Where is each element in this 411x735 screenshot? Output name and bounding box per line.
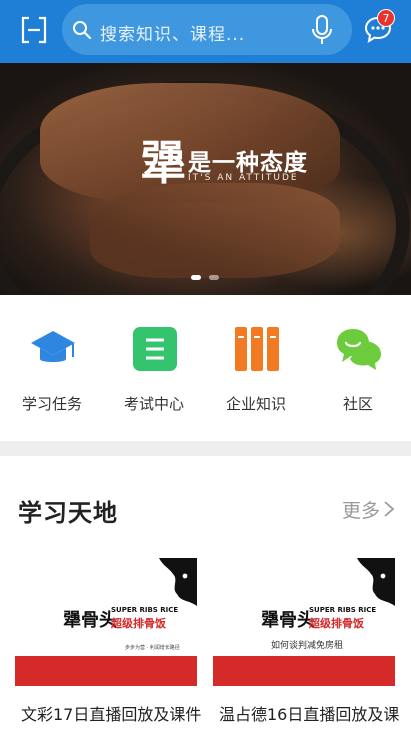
search-icon: [73, 21, 92, 40]
carousel-dot[interactable]: [209, 275, 219, 280]
pig-logo-icon: [159, 558, 197, 606]
slogan-main: 是一种态度: [188, 150, 308, 176]
microphone-icon[interactable]: [310, 14, 334, 46]
top-bar: 搜索知识、课程... 7: [0, 0, 411, 63]
course-card[interactable]: 犟骨头 SUPER RIBS RICE 超级排骨饭 步步为营 · 利润增长路径 …: [15, 558, 201, 735]
card-brand: 犟骨头: [261, 610, 315, 631]
chat-bubbles-icon: [337, 329, 381, 370]
card-brand: 犟骨头: [63, 610, 117, 631]
card-ribbon: [15, 656, 197, 686]
card-brand-red: 超级排骨饭: [309, 617, 364, 630]
card-brand-red: 超级排骨饭: [111, 617, 166, 630]
search-placeholder: 搜索知识、课程...: [100, 25, 246, 45]
course-thumbnail: 犟骨头 SUPER RIBS RICE 超级排骨饭 步步为营 · 利润增长路径: [15, 558, 197, 686]
search-input[interactable]: 搜索知识、课程...: [62, 4, 352, 55]
card-subtitle: 如何谈判减免房租: [271, 641, 344, 651]
message-badge: 7: [377, 9, 395, 27]
scan-icon[interactable]: [19, 15, 49, 45]
quick-item-enterprise-knowledge[interactable]: 企业知识: [206, 295, 306, 441]
slogan-char: 犟: [140, 136, 186, 190]
section-title: 学习天地: [18, 499, 118, 527]
quick-item-label: 学习任务: [21, 395, 82, 413]
banner-food-lower: [90, 183, 340, 278]
slogan-sub: IT'S AN ATTITUDE: [188, 173, 299, 183]
course-thumbnail: 犟骨头 SUPER RIBS RICE 超级排骨饭 如何谈判减免房租: [213, 558, 395, 686]
quick-menu: 学习任务 考试中心 企业知识 社区: [0, 295, 411, 441]
quick-item-label: 社区: [342, 395, 373, 413]
course-card-title: 温占德16日直播回放及课: [219, 705, 400, 724]
section-more-link[interactable]: 更多: [342, 496, 380, 523]
card-tiny-text: 步步为营 · 利润增长路径: [125, 645, 180, 651]
graduation-cap-icon: [31, 331, 75, 362]
card-brand-en: SUPER RIBS RICE: [111, 606, 179, 614]
quick-item-exam-center[interactable]: 考试中心: [104, 295, 204, 441]
exam-list-icon: [133, 327, 177, 371]
quick-item-community[interactable]: 社区: [308, 295, 408, 441]
quick-item-study-tasks[interactable]: 学习任务: [2, 295, 102, 441]
card-brand-en: SUPER RIBS RICE: [309, 606, 377, 614]
books-icon: [235, 327, 279, 371]
quick-item-label: 企业知识: [225, 395, 286, 413]
chevron-right-icon[interactable]: [383, 500, 395, 518]
carousel-dot-active[interactable]: [191, 275, 201, 280]
course-card-title: 文彩17日直播回放及课件: [21, 705, 202, 724]
banner-carousel[interactable]: 犟 是一种态度 IT'S AN ATTITUDE: [0, 63, 411, 295]
course-card[interactable]: 犟骨头 SUPER RIBS RICE 超级排骨饭 如何谈判减免房租 温占德16…: [213, 558, 399, 735]
pig-logo-icon: [357, 558, 395, 606]
quick-item-label: 考试中心: [123, 395, 184, 413]
card-ribbon: [213, 656, 395, 686]
section-divider: [0, 441, 411, 456]
